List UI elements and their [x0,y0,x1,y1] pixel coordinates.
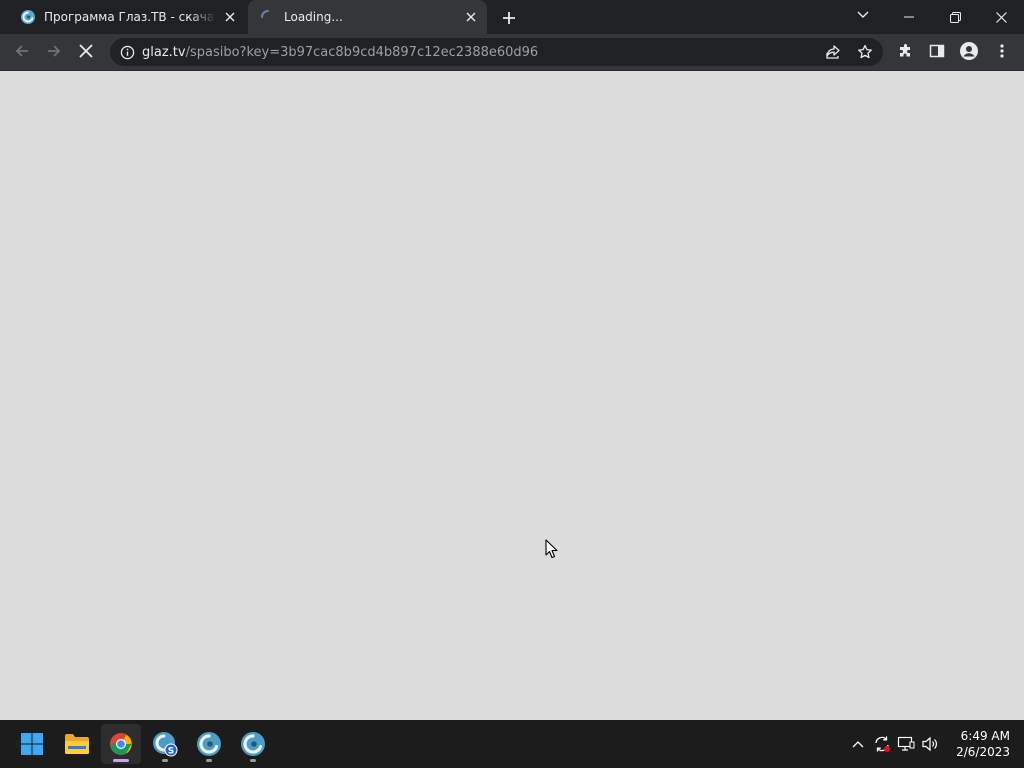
restore-button[interactable] [932,0,978,34]
running-indicator [250,759,256,762]
loading-spinner-icon [261,10,269,18]
minimize-button[interactable] [886,0,932,34]
windows-start-icon [21,733,43,755]
profile-icon [960,42,978,60]
tab-glaz-tv[interactable]: Программа Глаз.ТВ - скачать и смотреть [8,0,246,34]
tab-title: Программа Глаз.ТВ - скачать и смотреть [44,10,216,24]
mouse-pointer-icon [545,539,558,559]
speaker-icon [922,736,937,752]
back-button[interactable] [8,37,36,65]
sync-tray-button[interactable] [870,732,894,756]
glaz-tv-taskbar-button-1[interactable] [189,724,229,764]
clock-date: 2/6/2023 [956,745,1010,759]
chrome-icon [110,733,132,755]
volume-button[interactable] [918,732,942,756]
network-button[interactable] [894,732,918,756]
browser-toolbar: glaz.tv/spasibo?key=3b97cac8b9cd4b897c12… [0,34,1024,71]
tab-search-button[interactable] [852,4,874,26]
close-icon[interactable] [222,9,238,25]
taskbar-clock[interactable]: 6:49 AM 2/6/2023 [950,728,1010,760]
glaz-tv-icon [197,732,221,756]
show-hidden-icons-button[interactable] [846,732,870,756]
profile-button[interactable] [955,37,983,65]
chevron-up-icon [852,741,864,748]
close-window-button[interactable] [978,0,1024,34]
minimize-icon [904,16,914,18]
url-text[interactable]: glaz.tv/spasibo?key=3b97cac8b9cd4b897c12… [142,45,538,60]
address-bar[interactable]: glaz.tv/spasibo?key=3b97cac8b9cd4b897c12… [110,38,883,66]
glaz-tv-taskbar-button-2[interactable] [233,724,273,764]
network-icon [897,736,915,751]
url-host: glaz.tv [142,44,186,60]
chevron-down-icon [857,11,869,18]
glaz-setup-icon: S [153,732,178,757]
running-indicator [206,759,212,762]
new-tab-button[interactable] [498,7,520,29]
arrow-right-icon [48,45,61,57]
svg-text:S: S [168,747,174,757]
side-panel-icon [929,44,945,58]
stop-button[interactable] [72,37,100,65]
start-button[interactable] [12,724,52,764]
sync-icon [875,736,890,752]
url-path: /spasibo?key=3b97cac8b9cd4b897c12ec2388e… [185,44,539,60]
bookmark-button[interactable] [851,38,879,66]
folder-icon [65,734,89,754]
glaz-tv-icon [241,732,265,756]
running-indicator [162,759,168,762]
clock-time: 6:49 AM [960,729,1010,743]
system-tray [846,720,942,768]
side-panel-button[interactable] [923,37,951,65]
stop-icon [79,44,93,58]
window-controls [886,0,1024,34]
plus-icon [503,12,515,24]
glaz-setup-taskbar-button[interactable]: S [145,724,185,764]
forward-button[interactable] [40,37,68,65]
active-indicator [113,759,129,762]
share-button[interactable] [819,38,847,66]
tab-title: Loading... [284,10,343,24]
omnibox-actions [815,38,879,66]
tab-loading[interactable]: Loading... [248,0,487,34]
file-explorer-button[interactable] [57,724,97,764]
browser-window: Программа Глаз.ТВ - скачать и смотреть L… [0,0,1024,720]
glaz-tv-favicon [21,10,35,24]
more-vert-icon [1000,44,1004,58]
close-icon[interactable] [463,9,479,25]
restore-icon [949,11,961,23]
share-icon [826,45,840,59]
extensions-button[interactable] [892,37,920,65]
puzzle-icon [900,44,910,57]
page-content[interactable] [0,71,1024,720]
tab-strip: Программа Глаз.ТВ - скачать и смотреть L… [0,0,1024,34]
chrome-taskbar-button[interactable] [101,724,141,764]
menu-button[interactable] [988,37,1016,65]
star-icon [858,44,872,59]
info-icon[interactable] [119,44,135,60]
close-icon [995,11,1007,23]
taskbar: S 6:49 AM 2/6/2023 [0,720,1024,768]
arrow-left-icon [15,45,28,57]
